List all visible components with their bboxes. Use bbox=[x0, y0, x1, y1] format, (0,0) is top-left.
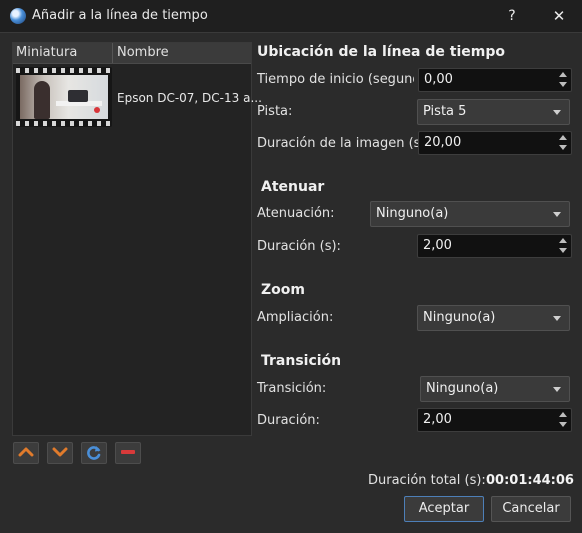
fade-duration-label: Duración (s): bbox=[257, 239, 341, 254]
remove-button[interactable] bbox=[115, 442, 141, 464]
move-up-button[interactable] bbox=[13, 442, 39, 464]
column-header-thumbnail[interactable]: Miniatura bbox=[16, 45, 77, 60]
total-duration-value: 00:01:44:06 bbox=[486, 473, 574, 488]
film-sprockets bbox=[16, 121, 112, 126]
thumbnail-image bbox=[16, 67, 112, 127]
spin-arrows-icon[interactable] bbox=[558, 134, 568, 152]
film-sprockets bbox=[16, 68, 112, 73]
frame-person bbox=[34, 81, 50, 119]
zoom-label: Ampliación: bbox=[257, 310, 334, 325]
frame-dot bbox=[94, 107, 100, 113]
position-heading: Ubicación de la línea de tiempo bbox=[257, 44, 505, 60]
transition-value: Ninguno(a) bbox=[426, 381, 499, 396]
column-separator[interactable] bbox=[112, 43, 113, 63]
fade-value: Ninguno(a) bbox=[376, 206, 449, 221]
video-frame bbox=[20, 75, 108, 119]
arrow-up-icon bbox=[18, 447, 34, 457]
close-button[interactable]: ✕ bbox=[536, 0, 582, 32]
track-dropdown[interactable]: Pista 5 bbox=[417, 99, 570, 125]
transition-dropdown[interactable]: Ninguno(a) bbox=[420, 376, 570, 402]
column-header-name[interactable]: Nombre bbox=[117, 45, 169, 60]
app-logo-icon bbox=[10, 8, 26, 24]
start-time-value: 0,00 bbox=[424, 72, 453, 87]
total-duration-label: Duración total (s): bbox=[368, 473, 486, 488]
list-item-name: Epson DC-07, DC-13 a... bbox=[117, 91, 262, 105]
refresh-icon bbox=[87, 446, 101, 460]
transition-label: Transición: bbox=[257, 381, 327, 396]
fade-duration-spinbox[interactable]: 2,00 bbox=[417, 234, 572, 258]
start-time-spinbox[interactable]: 0,00 bbox=[418, 68, 572, 92]
refresh-button[interactable] bbox=[81, 442, 107, 464]
fade-heading: Atenuar bbox=[261, 179, 325, 195]
transition-duration-label: Duración: bbox=[257, 413, 320, 428]
spin-arrows-icon[interactable] bbox=[558, 411, 568, 429]
chevron-down-icon bbox=[553, 387, 561, 392]
spin-arrows-icon[interactable] bbox=[558, 71, 568, 89]
chevron-down-icon bbox=[553, 110, 561, 115]
image-duration-label: Duración de la imagen (s) bbox=[257, 136, 426, 151]
transition-heading: Transición bbox=[261, 353, 342, 369]
chevron-down-icon bbox=[553, 212, 561, 217]
transition-duration-spinbox[interactable]: 2,00 bbox=[417, 408, 572, 432]
fade-dropdown[interactable]: Ninguno(a) bbox=[370, 201, 570, 227]
frame-device bbox=[68, 90, 88, 102]
zoom-heading: Zoom bbox=[261, 282, 305, 298]
track-label: Pista: bbox=[257, 104, 293, 119]
list-header: Miniatura Nombre bbox=[13, 43, 251, 64]
track-value: Pista 5 bbox=[423, 104, 467, 119]
move-down-button[interactable] bbox=[47, 442, 73, 464]
start-time-label: Tiempo de inicio (segundos) bbox=[257, 72, 414, 87]
cancel-button[interactable]: Cancelar bbox=[491, 496, 571, 522]
fade-duration-value: 2,00 bbox=[423, 238, 452, 253]
window-title: Añadir a la línea de tiempo bbox=[32, 8, 208, 23]
start-label-clip: Tiempo de inicio (segundos) bbox=[256, 70, 414, 94]
image-duration-spinbox[interactable]: 20,00 bbox=[418, 131, 572, 155]
zoom-value: Ninguno(a) bbox=[423, 310, 496, 325]
spin-arrows-icon[interactable] bbox=[558, 237, 568, 255]
arrow-down-icon bbox=[52, 447, 68, 457]
accept-button[interactable]: Aceptar bbox=[404, 496, 484, 522]
image-duration-value: 20,00 bbox=[424, 135, 462, 150]
file-list[interactable]: Miniatura Nombre Epson DC-07, DC-13 a... bbox=[12, 42, 262, 436]
zoom-dropdown[interactable]: Ninguno(a) bbox=[417, 305, 570, 331]
chevron-down-icon bbox=[553, 316, 561, 321]
remove-icon bbox=[121, 450, 135, 454]
title-bar: Añadir a la línea de tiempo ? ✕ bbox=[0, 0, 582, 33]
fade-label: Atenuación: bbox=[257, 206, 335, 221]
help-button[interactable]: ? bbox=[489, 0, 535, 32]
transition-duration-value: 2,00 bbox=[423, 412, 452, 427]
list-item[interactable]: Epson DC-07, DC-13 a... bbox=[13, 64, 262, 130]
